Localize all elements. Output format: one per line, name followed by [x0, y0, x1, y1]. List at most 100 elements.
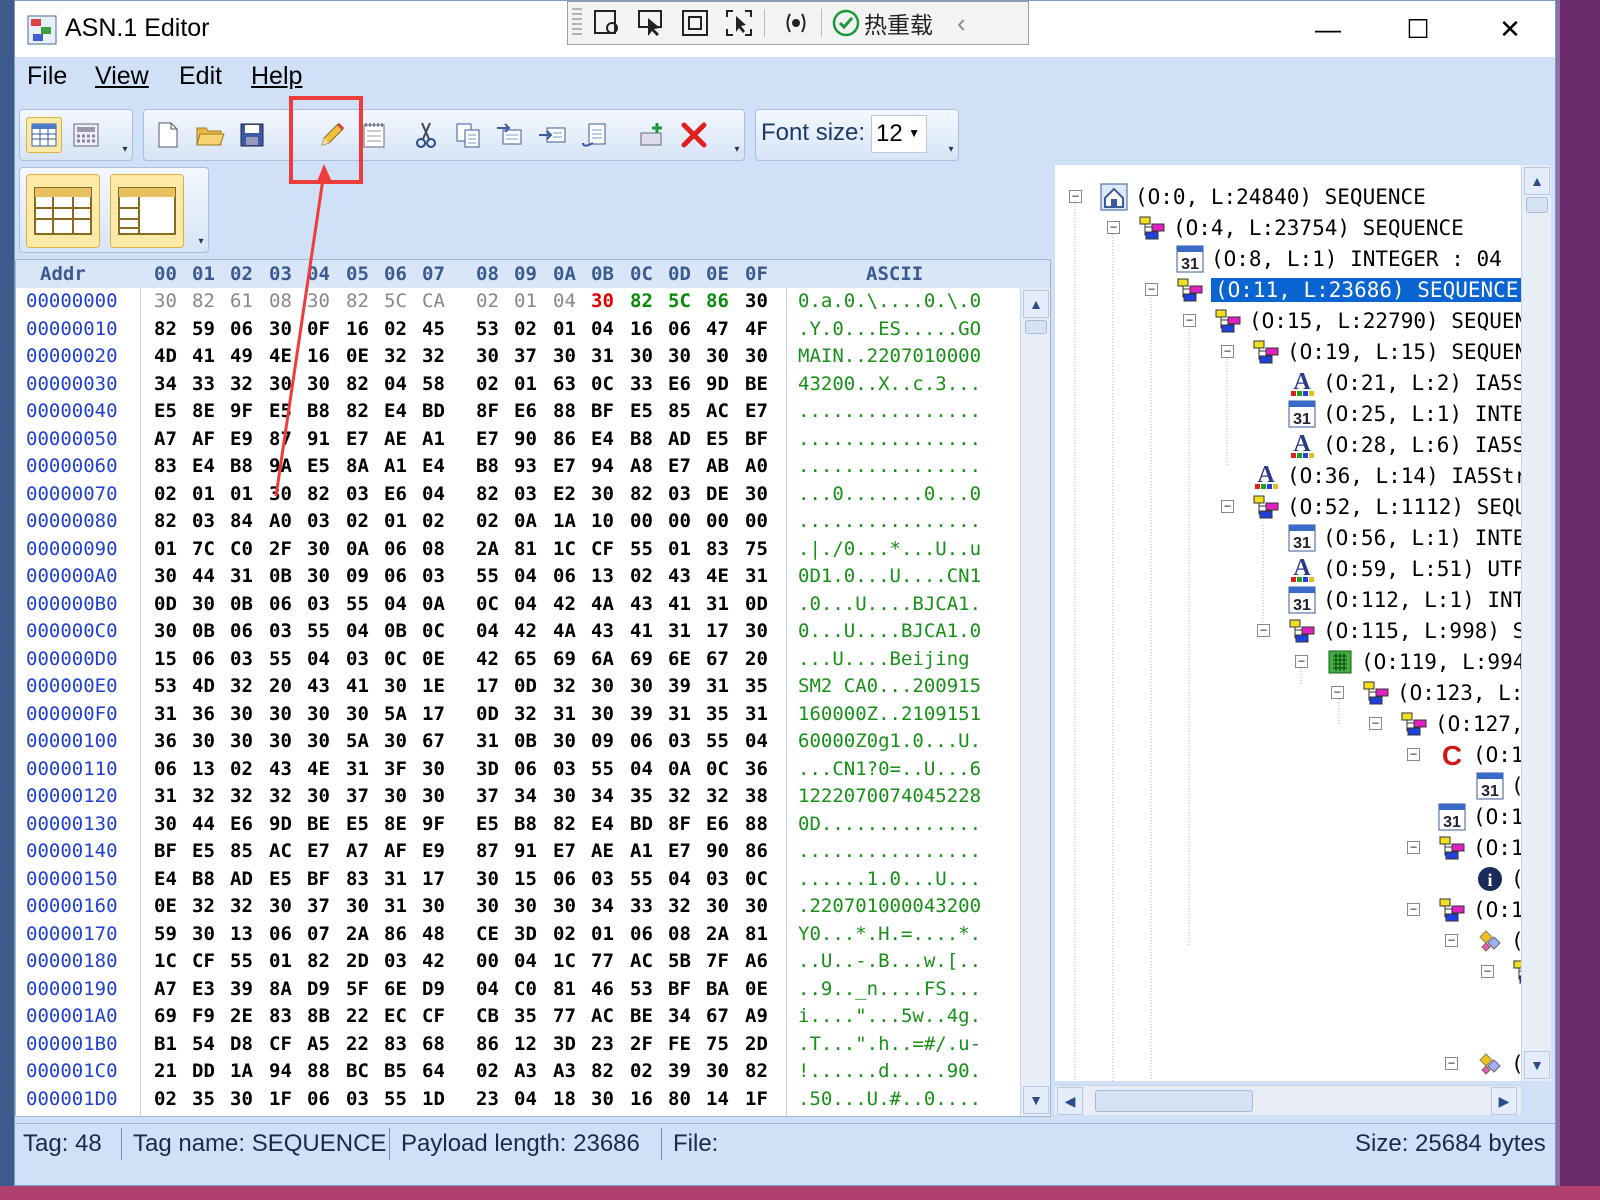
hex-byte[interactable]: 30	[192, 923, 215, 945]
hex-byte[interactable]: 30	[192, 593, 215, 615]
hex-byte[interactable]: E4	[591, 813, 614, 835]
hex-byte[interactable]: 31	[230, 565, 253, 587]
hex-byte[interactable]: 02	[630, 565, 653, 587]
hex-byte[interactable]: 63	[553, 373, 576, 395]
hex-byte[interactable]: 39	[668, 675, 691, 697]
hex-byte[interactable]: 55	[346, 593, 369, 615]
hex-byte[interactable]: 03	[422, 565, 445, 587]
hex-byte[interactable]: 23	[476, 1088, 499, 1110]
hex-byte[interactable]: 0B	[192, 620, 215, 642]
hex-byte[interactable]: 03	[668, 730, 691, 752]
hex-byte[interactable]: BE	[630, 1005, 653, 1027]
hex-byte[interactable]: A6	[745, 950, 768, 972]
hex-row[interactable]: 000000A0 30 44 31 0B 30 09 06 03 55 04 06 13 02 43 4E 31…	[16, 563, 1018, 590]
tree-node[interactable]: (O:52, L:1112) SEQU	[1251, 491, 1521, 522]
hex-byte[interactable]: 32	[230, 373, 253, 395]
hex-byte[interactable]: 75	[706, 1033, 729, 1055]
hex-byte[interactable]: 30	[307, 290, 330, 312]
collapse-toggle-icon[interactable]: −	[1069, 190, 1082, 203]
hex-byte[interactable]: 00	[476, 950, 499, 972]
hex-byte[interactable]: 34	[668, 1005, 691, 1027]
hex-byte[interactable]: 85	[668, 400, 691, 422]
hex-byte[interactable]: 04	[307, 648, 330, 670]
hex-byte[interactable]: 44	[192, 565, 215, 587]
hex-byte[interactable]: 41	[668, 593, 691, 615]
hex-byte[interactable]: 75	[745, 538, 768, 560]
hex-byte[interactable]: 81	[745, 923, 768, 945]
hex-byte[interactable]: 30	[384, 675, 407, 697]
hex-byte[interactable]: 00	[745, 510, 768, 532]
hex-byte[interactable]: AB	[706, 455, 729, 477]
hex-byte[interactable]: 46	[591, 978, 614, 1000]
hex-byte[interactable]: 30	[553, 785, 576, 807]
scroll-down-icon[interactable]: ▼	[1023, 1086, 1049, 1114]
hex-byte[interactable]: E5	[269, 868, 292, 890]
hex-byte[interactable]: 06	[630, 923, 653, 945]
hex-byte[interactable]: 34	[154, 373, 177, 395]
toolbar-overflow-icon[interactable]: ▾	[944, 144, 958, 160]
hex-byte[interactable]: AC	[706, 400, 729, 422]
hex-byte[interactable]: 1C	[553, 950, 576, 972]
track-focus-icon[interactable]	[720, 6, 758, 40]
hex-byte[interactable]: 0A	[422, 593, 445, 615]
hex-byte[interactable]: 30	[384, 730, 407, 752]
hex-byte[interactable]: 30	[706, 345, 729, 367]
hex-byte[interactable]: 04	[476, 978, 499, 1000]
hex-byte[interactable]: 30	[553, 895, 576, 917]
hex-byte[interactable]: 87	[476, 840, 499, 862]
tree-horizontal-scrollbar[interactable]: ◀ ▶	[1055, 1085, 1521, 1115]
minimize-button[interactable]: —	[1305, 9, 1351, 49]
hex-byte[interactable]: AC	[269, 840, 292, 862]
hex-byte[interactable]: 0C	[422, 620, 445, 642]
hex-byte[interactable]: 42	[514, 620, 537, 642]
hex-byte[interactable]: E5	[346, 813, 369, 835]
hex-byte[interactable]: 08	[269, 290, 292, 312]
tree-node[interactable]: (O:16	[1437, 894, 1521, 925]
tree-node[interactable]	[1511, 956, 1521, 987]
hex-byte[interactable]: E7	[668, 840, 691, 862]
hex-byte[interactable]: 04	[514, 565, 537, 587]
hex-row[interactable]: 000001C0 21 DD 1A 94 88 BC B5 64 02 A3 A3 82 02 39 30 82…	[16, 1058, 1018, 1085]
hex-byte[interactable]: 77	[591, 950, 614, 972]
hex-byte[interactable]: 01	[269, 950, 292, 972]
hex-byte[interactable]: 30	[269, 703, 292, 725]
hex-byte[interactable]: 32	[384, 345, 407, 367]
hex-byte[interactable]: 17	[476, 675, 499, 697]
hex-byte[interactable]: 36	[745, 758, 768, 780]
hex-byte[interactable]: 0E	[154, 895, 177, 917]
new-file-icon[interactable]	[150, 117, 186, 153]
hex-byte[interactable]: 0C	[384, 648, 407, 670]
hex-byte[interactable]: E5	[269, 400, 292, 422]
hex-byte[interactable]: E4	[384, 400, 407, 422]
hex-byte[interactable]: 2A	[706, 923, 729, 945]
hex-byte[interactable]: 03	[230, 648, 253, 670]
hex-byte[interactable]: 30	[591, 675, 614, 697]
hex-byte[interactable]: 88	[745, 813, 768, 835]
hex-byte[interactable]: 41	[630, 620, 653, 642]
hex-byte[interactable]: 30	[476, 345, 499, 367]
hex-byte[interactable]: E3	[192, 978, 215, 1000]
hex-byte[interactable]: 31	[384, 868, 407, 890]
hex-byte[interactable]: E7	[307, 840, 330, 862]
hex-byte[interactable]: BD	[422, 400, 445, 422]
hex-byte[interactable]: 8F	[476, 400, 499, 422]
hex-byte[interactable]: AE	[591, 840, 614, 862]
hex-byte[interactable]: AF	[192, 428, 215, 450]
hex-byte[interactable]: 35	[192, 1088, 215, 1110]
tree-node[interactable]: A (O:21, L:2) IA5St	[1287, 367, 1521, 398]
hex-byte[interactable]: 13	[591, 565, 614, 587]
hex-byte[interactable]: 14	[706, 1088, 729, 1110]
hex-byte[interactable]: 86	[706, 290, 729, 312]
hex-byte[interactable]: 30	[269, 318, 292, 340]
hex-byte[interactable]: 42	[553, 593, 576, 615]
hex-byte[interactable]: 0F	[307, 318, 330, 340]
hex-row[interactable]: 00000160 0E 32 32 30 37 30 31 30 30 30 30 34 33 32 30 30…	[16, 893, 1018, 920]
hex-byte[interactable]: 8B	[307, 1005, 330, 1027]
collapse-toggle-icon[interactable]: −	[1183, 314, 1196, 327]
tree-node[interactable]: (O:127,	[1399, 708, 1521, 739]
hex-byte[interactable]: 04	[384, 593, 407, 615]
hex-byte[interactable]: 38	[745, 785, 768, 807]
tree-node[interactable]: (O:11, L:23686) SEQUENCE	[1175, 274, 1521, 305]
hex-byte[interactable]: 68	[422, 1033, 445, 1055]
hex-byte[interactable]: 16	[630, 318, 653, 340]
